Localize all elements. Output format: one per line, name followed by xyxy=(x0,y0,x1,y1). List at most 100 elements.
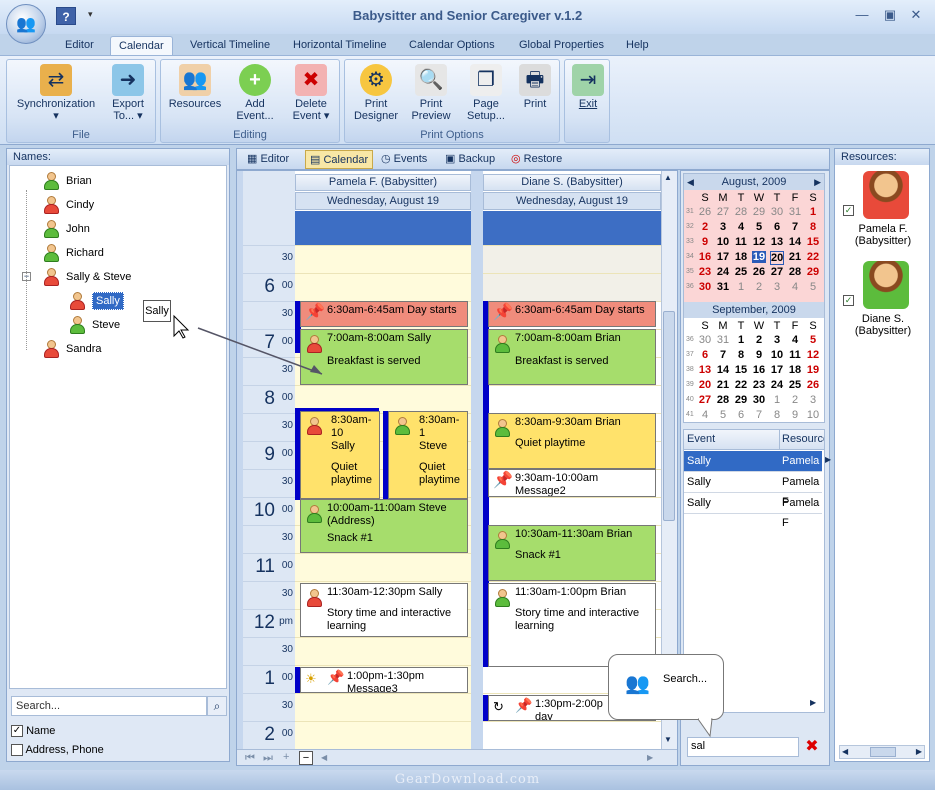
calendar-day[interactable]: 27 xyxy=(716,206,730,218)
calendar-day[interactable]: 4 xyxy=(788,334,802,346)
add-record-icon[interactable]: + xyxy=(283,751,289,763)
calendar-day[interactable]: 27 xyxy=(698,394,712,406)
calendar-day[interactable]: 29 xyxy=(806,266,820,278)
event-p6[interactable]: 11:30am-12:30pm Sally Story time and inte… xyxy=(300,583,468,637)
event-p5[interactable]: 10:00am-11:00am Steve (Address) Snack #1 xyxy=(300,499,468,553)
event-p7[interactable]: ☀ 📌 1:00pm-1:30pm Message3 xyxy=(300,667,468,693)
tab-help[interactable]: Help xyxy=(618,36,657,56)
calendar-day[interactable]: 18 xyxy=(788,364,802,376)
scroll-up-icon[interactable]: ▲ xyxy=(664,173,672,182)
calendar-day[interactable]: 17 xyxy=(716,251,730,263)
calendar-day[interactable]: 3 xyxy=(770,334,784,346)
calendar-day[interactable]: 4 xyxy=(698,409,712,421)
calendar-day[interactable]: 8 xyxy=(806,221,820,233)
scroll-thumb[interactable] xyxy=(663,311,675,521)
column-header-diane[interactable]: Diane S. (Babysitter) xyxy=(483,174,661,191)
resources-button[interactable]: 👥 Resources xyxy=(165,64,225,110)
calendar-day[interactable]: 23 xyxy=(752,379,766,391)
tree-item-sally-steve[interactable]: Sally & Steve xyxy=(42,266,131,288)
list-item[interactable]: Sally Pamela F xyxy=(684,451,822,487)
event-d1[interactable]: 📌 6:30am-6:45am Day starts xyxy=(488,301,656,327)
calendar-day[interactable]: 30 xyxy=(698,334,712,346)
scroll-down-icon[interactable]: ▼ xyxy=(664,735,672,744)
calendar-day[interactable]: 14 xyxy=(788,236,802,248)
calendar-day[interactable]: 29 xyxy=(752,206,766,218)
next-month-icon[interactable]: ▶ xyxy=(814,174,821,190)
calendar-day[interactable]: 11 xyxy=(734,236,748,248)
calendar-day[interactable]: 28 xyxy=(716,394,730,406)
tree-item-sandra[interactable]: Sandra xyxy=(42,338,101,360)
names-search-input[interactable]: Search... xyxy=(11,696,207,716)
calendar-day[interactable]: 29 xyxy=(734,394,748,406)
all-day-area-diane[interactable] xyxy=(483,211,661,245)
calendar-day[interactable]: 26 xyxy=(698,206,712,218)
calendar-day[interactable]: 18 xyxy=(734,251,748,263)
remove-record-icon[interactable]: − xyxy=(299,751,313,765)
calendar-day[interactable]: 5 xyxy=(752,221,766,233)
list-item[interactable]: Sally Pamela F xyxy=(684,493,822,529)
event-p4[interactable]: 8:30am-1 Steve Quiet playtime xyxy=(388,411,468,499)
calendar-day[interactable]: 20 xyxy=(770,251,784,265)
calendar-day[interactable]: 21 xyxy=(788,251,802,263)
export-button[interactable]: ➜ Export To... ▾ xyxy=(103,64,153,122)
calendar-day[interactable]: 24 xyxy=(716,266,730,278)
calendar-day[interactable]: 30 xyxy=(770,206,784,218)
resource-checkbox-diane[interactable]: ✓ xyxy=(843,295,854,306)
calendar-day[interactable]: 25 xyxy=(734,266,748,278)
calendar-day[interactable]: 10 xyxy=(716,236,730,248)
calendar-day[interactable]: 8 xyxy=(770,409,784,421)
date-header-diane[interactable]: Wednesday, August 19 xyxy=(483,192,661,210)
synchronization-button[interactable]: ⇄ Synchronization ▾ xyxy=(13,64,99,122)
calendar-day[interactable]: 1 xyxy=(770,394,784,406)
calendar-day[interactable]: 3 xyxy=(806,394,820,406)
calendar-day[interactable]: 22 xyxy=(806,251,820,263)
tree-item-steve[interactable]: Steve xyxy=(68,314,120,336)
calendar-day[interactable]: 10 xyxy=(806,409,820,421)
calendar-day[interactable]: 15 xyxy=(734,364,748,376)
delete-event-button[interactable]: ✖ Delete Event ▾ xyxy=(283,64,339,122)
calendar-day[interactable]: 6 xyxy=(770,221,784,233)
checkbox-name[interactable]: ✓ xyxy=(11,725,23,738)
scroll-right-icon[interactable]: ▶ xyxy=(916,747,922,756)
col-header-resource[interactable]: Resource xyxy=(780,430,824,450)
calendar-day[interactable]: 13 xyxy=(770,236,784,248)
last-record-icon[interactable]: ⏭ xyxy=(263,752,273,765)
tab-editor[interactable]: Editor xyxy=(57,36,102,56)
tree-item-richard[interactable]: Richard xyxy=(42,242,104,264)
calendar-day[interactable]: 12 xyxy=(752,236,766,248)
scroll-thumb[interactable] xyxy=(870,747,896,757)
tab-calendar[interactable]: Calendar xyxy=(110,36,173,56)
calendar-day[interactable]: 11 xyxy=(788,349,802,361)
calendar-day[interactable]: 25 xyxy=(788,379,802,391)
event-p3[interactable]: 8:30am-10 Sally Quiet playtime xyxy=(300,411,380,499)
calendar-day[interactable]: 24 xyxy=(770,379,784,391)
checkbox-address[interactable] xyxy=(11,744,23,757)
calendar-day[interactable]: 1 xyxy=(734,281,748,293)
calendar-day[interactable]: 7 xyxy=(716,349,730,361)
scroll-right-icon[interactable]: ▶ xyxy=(647,753,653,762)
calendar-day[interactable]: 7 xyxy=(788,221,802,233)
app-menu-button[interactable]: 👥 xyxy=(6,4,46,44)
add-event-button[interactable]: + Add Event... xyxy=(227,64,283,122)
event-d4[interactable]: 📌 9:30am-10:00am Message2 xyxy=(488,469,656,497)
calendar-day[interactable]: 22 xyxy=(734,379,748,391)
calendar-day[interactable]: 28 xyxy=(734,206,748,218)
calendar-day[interactable]: 26 xyxy=(806,379,820,391)
tab-calendar-view[interactable]: ▤ Calendar xyxy=(305,150,374,169)
tab-events-view[interactable]: ◷ Events xyxy=(381,152,427,165)
list-item[interactable]: Sally Pamela F xyxy=(684,472,822,508)
calendar-day[interactable]: 9 xyxy=(698,236,712,248)
list-scroll-right-icon[interactable]: ▶ xyxy=(810,698,816,707)
calendar-day[interactable]: 5 xyxy=(806,281,820,293)
event-d3[interactable]: 8:30am-9:30am Brian Quiet playtime xyxy=(488,413,656,469)
calendar-day[interactable]: 16 xyxy=(698,251,712,263)
tab-global-properties[interactable]: Global Properties xyxy=(511,36,612,56)
scroll-left-icon[interactable]: ◀ xyxy=(321,753,327,762)
binoculars-icon[interactable]: ⌕ xyxy=(207,696,227,716)
tab-calendar-options[interactable]: Calendar Options xyxy=(401,36,503,56)
calendar-day[interactable]: 10 xyxy=(770,349,784,361)
avatar-pamela[interactable] xyxy=(863,171,909,219)
calendar-day[interactable]: 9 xyxy=(788,409,802,421)
close-button[interactable]: ✕ xyxy=(906,7,926,23)
calendar-day[interactable]: 20 xyxy=(698,379,712,391)
